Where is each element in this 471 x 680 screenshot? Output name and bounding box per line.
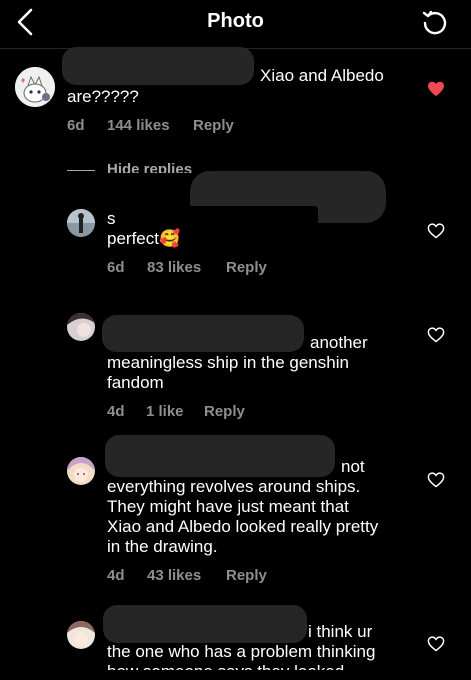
avatar[interactable] (67, 209, 95, 237)
reply-button[interactable]: Reply (193, 117, 234, 134)
avatar[interactable] (67, 313, 95, 341)
heart-outline-icon[interactable] (427, 327, 445, 343)
anime-avatar-icon (67, 621, 95, 649)
comment-text: i think ur (308, 622, 373, 641)
person-avatar-icon (67, 209, 95, 237)
comment-text-line: meaningless ship in the genshin (107, 353, 349, 372)
comment-text-line: perfect🥰 (107, 229, 181, 248)
comment-text-line: fandom (107, 373, 164, 392)
comment-text-line: everything revolves around ships. (107, 477, 361, 496)
likes-count[interactable]: 144 likes (107, 117, 170, 134)
comment-time: 6d (107, 259, 125, 276)
heart-outline-icon[interactable] (427, 223, 445, 239)
comment-time: 6d (67, 117, 85, 134)
anime-avatar-icon (67, 313, 95, 341)
page-title: Photo (207, 10, 264, 32)
divider-line (67, 170, 95, 171)
redacted-username (105, 435, 335, 477)
likes-count[interactable]: 43 likes (147, 567, 201, 584)
avatar[interactable] (67, 621, 95, 649)
refresh-icon[interactable] (420, 8, 450, 38)
comment-text-line: are????? (67, 87, 139, 106)
comment-text-line: the one who has a problem thinking (107, 642, 376, 661)
top-bar: Photo (0, 0, 471, 49)
comment-text-line: Xiao and Albedo looked really pretty (107, 517, 379, 536)
comment-text: not (341, 457, 365, 476)
comment-text-line: in the drawing. (107, 537, 218, 556)
likes-count[interactable]: 1 like (146, 403, 184, 420)
cat-avatar-icon (15, 67, 55, 107)
comment-text: s (107, 209, 116, 228)
redacted-username (103, 605, 307, 643)
comment-time: 4d (107, 403, 125, 420)
likes-count[interactable]: 83 likes (147, 259, 201, 276)
comment-time: 4d (107, 567, 125, 584)
comment-text: another (310, 333, 368, 352)
reply-button[interactable]: Reply (226, 567, 267, 584)
bottom-edge (0, 670, 471, 680)
heart-filled-icon[interactable] (427, 81, 445, 97)
avatar[interactable] (15, 67, 55, 107)
heart-outline-icon[interactable] (427, 636, 445, 652)
heart-outline-icon[interactable] (427, 472, 445, 488)
anime-avatar-icon (67, 457, 95, 485)
reply-button[interactable]: Reply (226, 259, 267, 276)
redacted-username (62, 47, 254, 85)
avatar[interactable] (67, 457, 95, 485)
reply-button[interactable]: Reply (204, 403, 245, 420)
comment-meta: 6d (67, 117, 85, 134)
redacted-text (118, 206, 318, 226)
redacted-username (102, 315, 304, 352)
hide-replies-button[interactable]: Hide replies (107, 161, 192, 173)
comment-text: Xiao and Albedo (260, 66, 384, 85)
comment-text-line: They might have just meant that (107, 497, 349, 516)
comment-text-line: how someone says they looked (107, 662, 344, 670)
